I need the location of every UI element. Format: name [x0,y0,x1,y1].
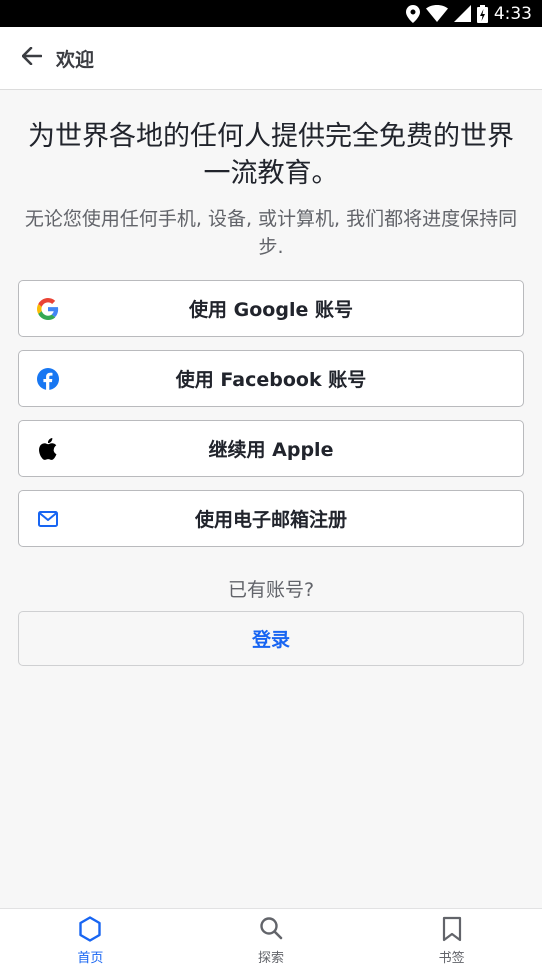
nav-item-home[interactable]: 首页 [0,909,181,964]
bottom-nav: 首页 探索 书签 [0,908,542,964]
headline: 为世界各地的任何人提供完全免费的世界一流教育。 [28,121,514,189]
mail-icon [36,507,60,531]
battery-icon [476,4,488,23]
bookmark-icon [440,916,464,946]
back-button[interactable] [0,27,64,90]
google-signin-button[interactable]: 使用 Google 账号 [18,280,524,337]
subtext: 无论您使用任何手机, 设备, 或计算机, 我们都将进度保持同步. [24,208,518,258]
have-account-text: 已有账号? [227,579,315,601]
search-icon [259,916,283,946]
apple-icon [36,437,60,461]
location-icon [405,4,420,23]
wifi-icon [425,5,448,22]
nav-label-home: 首页 [77,951,104,964]
google-icon [36,297,60,321]
status-bar: 4:33 [0,0,542,27]
arrow-left-icon [21,46,43,69]
email-signup-label: 使用电子邮箱注册 [194,509,347,531]
apple-signin-button[interactable]: 继续用 Apple [18,420,524,477]
home-hexagon-icon [78,916,102,946]
page-title: 欢迎 [56,48,95,71]
facebook-signin-button[interactable]: 使用 Facebook 账号 [18,350,524,407]
facebook-signin-label: 使用 Facebook 账号 [175,369,367,391]
nav-label-bookmarks: 书签 [438,951,465,964]
nav-label-explore: 探索 [258,951,285,964]
nav-item-explore[interactable]: 探索 [181,909,362,964]
google-signin-label: 使用 Google 账号 [189,299,353,321]
facebook-icon [36,367,60,391]
login-button[interactable]: 登录 [18,611,524,666]
email-signup-button[interactable]: 使用电子邮箱注册 [18,490,524,547]
nav-item-bookmarks[interactable]: 书签 [361,909,542,964]
status-time: 4:33 [493,3,532,24]
signal-icon [453,5,471,22]
login-label: 登录 [251,629,290,651]
apple-signin-label: 继续用 Apple [208,439,334,461]
app-bar: 欢迎 [0,27,542,90]
